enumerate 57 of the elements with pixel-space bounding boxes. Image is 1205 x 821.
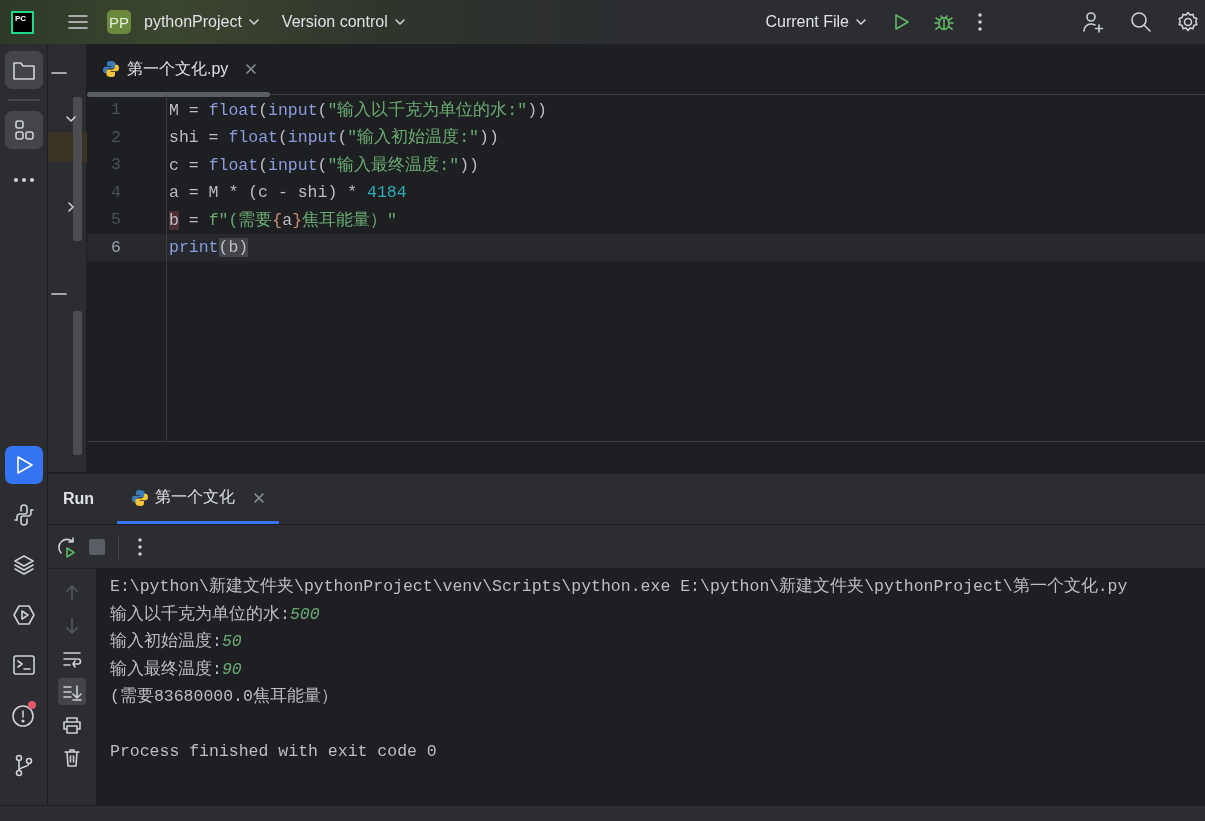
code-line: a = M * (c - shi) * 4184: [169, 182, 407, 202]
search-icon: [1130, 11, 1152, 33]
services-icon: [11, 603, 36, 627]
tool-window-button[interactable]: [4, 111, 43, 149]
soft-wrap-icon: [62, 649, 82, 668]
code-line: print(b): [169, 237, 249, 257]
code-line: shi = float(input("输入初始温度:")): [169, 126, 499, 149]
python-icon: [11, 503, 36, 527]
arrow-down-icon: [64, 616, 80, 635]
line-number: 6: [110, 237, 121, 257]
more-vertical-icon: [137, 536, 143, 557]
settings-icon: [1177, 11, 1199, 33]
chevron-down-icon: [393, 16, 406, 28]
close-icon: [253, 491, 265, 504]
editor-tab[interactable]: 第一个文化.py: [100, 44, 260, 94]
add-user-icon: [1081, 10, 1105, 34]
close-icon: [245, 63, 258, 75]
structure-icon: [12, 119, 35, 141]
more-vertical-icon: [977, 12, 983, 32]
console-tool-button[interactable]: [58, 678, 86, 705]
problems-icon: [10, 702, 37, 728]
chevron-down-icon: [247, 16, 260, 28]
version-control-menu[interactable]: Version control: [277, 9, 410, 35]
console-line: Process finished with exit code 0: [110, 741, 438, 763]
arrow-up-icon: [64, 583, 80, 602]
console-line: E:\python\新建文件夹\pythonProject\venv\Scripts\python.exe E:\python\新建文件夹\pythonProject\第一个文化.py: [110, 576, 1128, 598]
minimize-icon: [51, 71, 67, 75]
run-configuration-selector[interactable]: Current File: [761, 9, 871, 35]
console-line: (需要83680000.0焦耳能量）: [110, 686, 339, 708]
project-selector[interactable]: PP pythonProject: [103, 6, 264, 38]
minimize-icon: [51, 292, 67, 296]
app-logo[interactable]: PC: [13, 12, 32, 32]
console-line: 输入初始温度:50: [110, 630, 243, 653]
printer-icon: [62, 715, 82, 734]
run-tab[interactable]: 第一个文化: [117, 474, 279, 524]
chevron-down-icon: [65, 114, 77, 124]
rerun-icon: [56, 535, 78, 558]
code-line: M = float(input("输入以千克为单位的水:")): [169, 99, 547, 121]
chevron-down-icon: [855, 16, 867, 28]
trash-icon: [63, 747, 81, 768]
python-icon: [131, 488, 149, 507]
tool-window-button[interactable]: [4, 446, 43, 484]
code-line: b = f"(需要{a}焦耳能量）": [169, 209, 397, 231]
console-line: 输入以千克为单位的水:500: [110, 603, 321, 626]
python-icon: [102, 60, 120, 78]
terminal-icon: [11, 654, 36, 676]
tool-window-button[interactable]: [4, 51, 43, 89]
chevron-right-icon: [67, 201, 75, 213]
more-icon: [12, 177, 35, 183]
scroll-to-end-icon: [62, 682, 82, 701]
panel-title: Run: [62, 489, 96, 509]
stop-icon: [89, 538, 105, 555]
code-line: c = float(input("输入最终温度:")): [169, 154, 479, 176]
folder-icon: [11, 59, 36, 81]
console-line: 输入最终温度:90: [110, 658, 243, 681]
layers-icon: [11, 553, 36, 577]
menu-icon: [67, 13, 89, 31]
